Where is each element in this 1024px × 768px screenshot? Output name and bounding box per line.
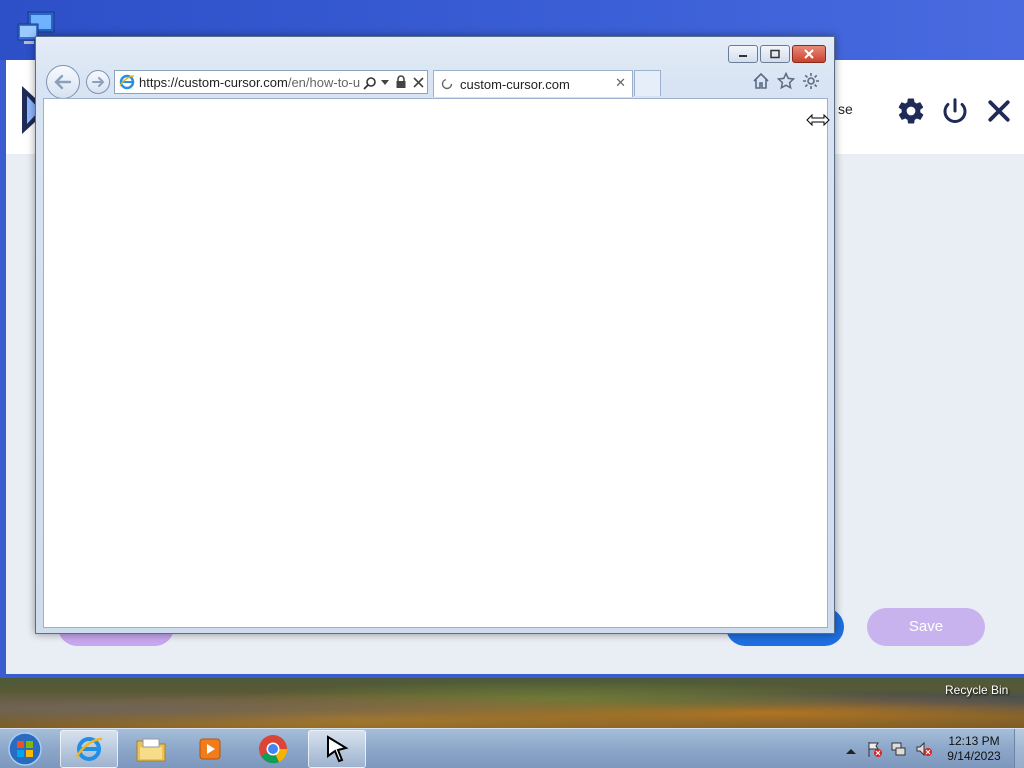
taskbar-media-player[interactable] <box>182 730 240 768</box>
stop-icon[interactable] <box>413 77 424 88</box>
address-path: /en/how-to-u <box>287 75 361 90</box>
forward-button[interactable] <box>86 70 110 94</box>
search-icon[interactable] <box>363 76 377 90</box>
back-arrow-icon <box>54 74 72 90</box>
recycle-bin-label[interactable]: Recycle Bin <box>945 683 1008 697</box>
show-hidden-icons-chevron-icon[interactable] <box>843 743 859 759</box>
close-window-button[interactable] <box>792 45 826 63</box>
taskbar-internet-explorer[interactable] <box>60 730 118 768</box>
system-clock[interactable]: 12:13 PM 9/14/2023 <box>940 734 1008 764</box>
ie-logo-icon <box>119 74 135 90</box>
show-desktop-button[interactable] <box>1014 729 1024 768</box>
loading-spinner-icon <box>441 78 453 90</box>
address-url[interactable]: https://custom-cursor.com/en/how-to-u <box>139 75 361 90</box>
taskbar-file-explorer[interactable] <box>122 730 180 768</box>
app-header-partial-text: se <box>838 101 853 117</box>
chrome-icon <box>259 735 288 764</box>
page-content-area[interactable] <box>43 98 828 628</box>
lock-icon[interactable] <box>395 75 407 89</box>
desktop-wallpaper <box>0 678 1024 728</box>
media-player-icon <box>199 738 221 760</box>
internet-explorer-icon <box>75 737 103 761</box>
clock-time: 12:13 PM <box>948 734 1000 748</box>
tab-custom-cursor[interactable]: custom-cursor.com ✕ <box>433 70 633 97</box>
tab-title: custom-cursor.com <box>460 77 570 92</box>
minimize-button[interactable] <box>728 45 758 63</box>
maximize-button[interactable] <box>760 45 790 63</box>
start-button[interactable] <box>6 731 44 767</box>
horizontal-resize-cursor-icon <box>806 114 830 126</box>
taskbar-custom-cursor[interactable] <box>308 730 366 768</box>
dropdown-arrow-icon[interactable] <box>381 80 389 86</box>
network-icon[interactable] <box>891 741 907 757</box>
power-icon[interactable] <box>940 96 970 126</box>
tools-gear-icon[interactable] <box>802 72 820 90</box>
volume-muted-icon[interactable] <box>916 741 932 757</box>
folder-icon <box>136 738 166 762</box>
tab-close-icon[interactable]: ✕ <box>615 76 626 91</box>
address-host: https://custom-cursor.com <box>139 75 288 90</box>
forward-arrow-icon <box>92 77 105 87</box>
action-center-flag-icon[interactable] <box>866 741 882 757</box>
save-button[interactable]: Save <box>867 608 985 646</box>
clock-date: 9/14/2023 <box>947 749 1001 763</box>
favorites-star-icon[interactable] <box>777 72 795 90</box>
address-bar[interactable]: https://custom-cursor.com/en/how-to-u <box>114 70 428 94</box>
window-controls <box>728 45 826 63</box>
taskbar-chrome[interactable] <box>244 730 302 768</box>
back-button[interactable] <box>46 65 80 99</box>
taskbar: 12:13 PM 9/14/2023 <box>0 728 1024 768</box>
cursor-arrow-icon <box>327 735 349 763</box>
home-icon[interactable] <box>752 72 770 90</box>
new-tab-button[interactable] <box>634 70 661 96</box>
settings-gear-icon[interactable] <box>896 96 926 126</box>
windows-logo-icon <box>8 732 42 766</box>
internet-explorer-window[interactable]: https://custom-cursor.com/en/how-to-u cu… <box>35 36 835 634</box>
close-icon[interactable] <box>984 96 1014 126</box>
